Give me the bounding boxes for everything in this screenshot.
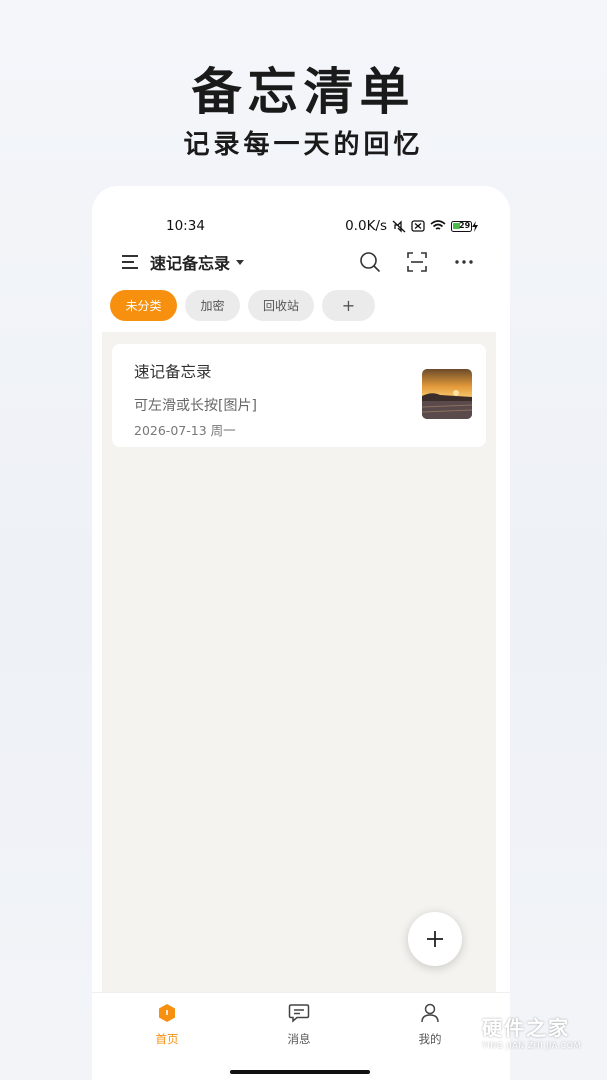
note-title: 速记备忘录 xyxy=(134,363,212,381)
menu-icon[interactable] xyxy=(122,252,140,270)
chevron-down-icon xyxy=(236,259,245,265)
home-indicator xyxy=(230,1070,370,1074)
note-card[interactable]: 速记备忘录 可左滑或长按[图片] 2026-07-13 周一 xyxy=(112,344,486,447)
status-time: 10:34 xyxy=(166,218,205,234)
message-icon xyxy=(288,1004,310,1023)
notebook-selector[interactable]: 速记备忘录 xyxy=(150,250,245,274)
note-date: 2026-07-13 周一 xyxy=(134,423,236,438)
charging-icon xyxy=(472,220,478,232)
note-preview: 可左滑或长按[图片] xyxy=(134,398,257,414)
sim-icon xyxy=(411,220,425,232)
category-chips: 未分类 加密 回收站 + xyxy=(110,290,375,321)
tab-home[interactable]: 首页 xyxy=(127,1003,207,1047)
watermark-text: 硬件之家 xyxy=(482,1016,570,1040)
battery-icon: 29 xyxy=(451,220,478,232)
watermark: 硬件之家 YING JIAN ZHI JIA.COM xyxy=(440,1006,600,1056)
watermark-logo-icon xyxy=(441,1011,475,1051)
battery-level: 29 xyxy=(459,220,471,230)
watermark-url: YING JIAN ZHI JIA.COM xyxy=(482,1041,581,1050)
search-icon[interactable] xyxy=(358,250,382,274)
note-thumbnail[interactable] xyxy=(422,369,472,419)
app-title: 速记备忘录 xyxy=(150,254,231,273)
mute-icon xyxy=(392,219,406,233)
scan-icon[interactable] xyxy=(405,250,429,274)
chip-encrypted[interactable]: 加密 xyxy=(185,290,240,321)
more-icon[interactable] xyxy=(452,250,476,274)
status-bar: 10:34 0.0K/s 29 xyxy=(92,218,510,238)
chip-uncategorized[interactable]: 未分类 xyxy=(110,290,177,321)
tab-messages-label: 消息 xyxy=(287,1032,311,1046)
app-bar: 速记备忘录 xyxy=(92,248,510,278)
add-category-button[interactable]: + xyxy=(322,290,375,321)
promo-title: 备忘清单 xyxy=(191,62,416,121)
wifi-icon xyxy=(430,220,446,230)
plus-icon xyxy=(427,931,443,947)
chip-recycle-bin[interactable]: 回收站 xyxy=(248,290,314,321)
tab-messages[interactable]: 消息 xyxy=(259,1003,339,1047)
profile-icon xyxy=(421,1003,439,1023)
home-icon xyxy=(159,1004,175,1022)
phone-screen: 10:34 0.0K/s 29 速记备忘录 未分类 加密 回收站 + 速记备忘录… xyxy=(92,186,510,1080)
net-speed: 0.0K/s xyxy=(345,218,387,234)
notes-list: 速记备忘录 可左滑或长按[图片] 2026-07-13 周一 xyxy=(102,332,496,992)
promo-subtitle: 记录每一天的回忆 xyxy=(183,130,424,160)
tab-home-label: 首页 xyxy=(155,1032,179,1046)
add-note-button[interactable] xyxy=(408,912,462,966)
